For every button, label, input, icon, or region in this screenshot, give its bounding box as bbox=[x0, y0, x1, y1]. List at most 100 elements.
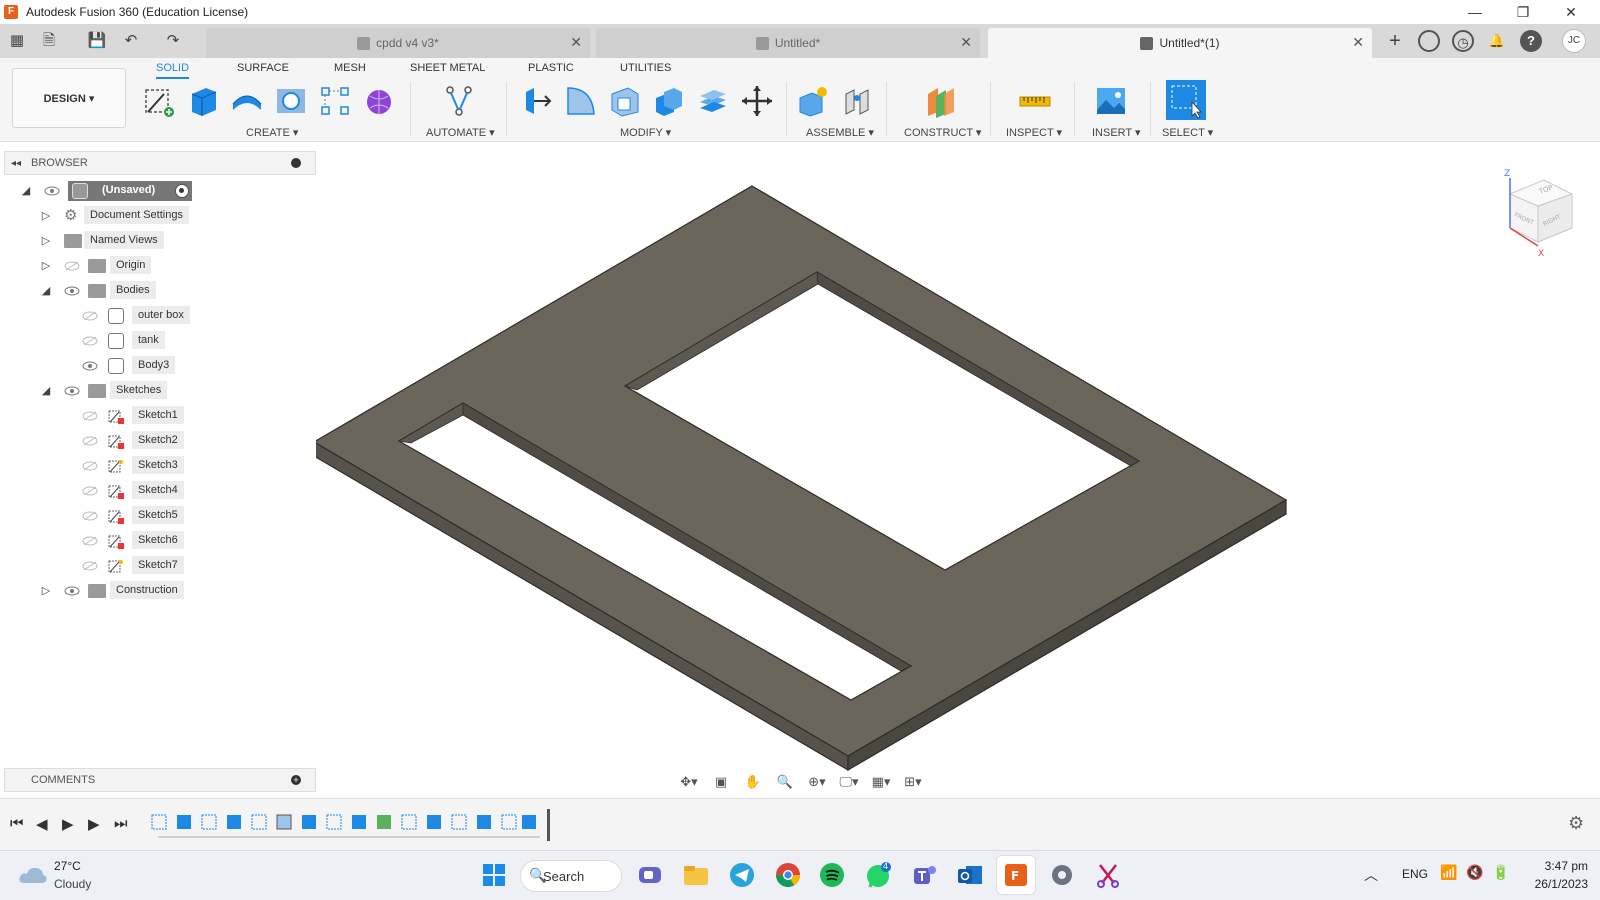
weather-temperature[interactable]: 27°C bbox=[54, 859, 81, 873]
expand-arrow-icon[interactable]: ▷ bbox=[40, 235, 52, 247]
plate-body[interactable] bbox=[316, 185, 1288, 757]
automate-menu[interactable]: AUTOMATE ▾ bbox=[426, 126, 495, 139]
construct-menu[interactable]: CONSTRUCT ▾ bbox=[904, 126, 981, 139]
shell-icon[interactable] bbox=[608, 84, 642, 118]
timeline-feature-icon[interactable] bbox=[151, 814, 536, 830]
browser-panel-header[interactable]: ◂◂ BROWSER bbox=[4, 151, 316, 175]
add-comment-icon[interactable]: + bbox=[291, 775, 301, 785]
visibility-eye-icon[interactable] bbox=[64, 286, 80, 296]
select-icon[interactable] bbox=[1166, 80, 1206, 120]
tab-surface[interactable]: SURFACE bbox=[237, 62, 289, 74]
show-hidden-icons-icon[interactable]: ︿ bbox=[1364, 865, 1378, 885]
grid-settings-icon[interactable]: ▦▾ bbox=[867, 772, 895, 792]
tab-mesh[interactable]: MESH bbox=[334, 62, 366, 74]
user-avatar[interactable]: JC bbox=[1562, 29, 1586, 53]
expand-arrow-icon[interactable]: ▷ bbox=[40, 260, 52, 272]
visibility-eye-icon[interactable] bbox=[64, 386, 80, 396]
timeline-features[interactable] bbox=[150, 811, 550, 841]
maximize-button[interactable]: ❐ bbox=[1500, 0, 1546, 24]
play-icon[interactable]: ▶ bbox=[62, 815, 74, 833]
spotify-icon[interactable] bbox=[818, 861, 846, 889]
windows-start-icon[interactable] bbox=[480, 861, 508, 889]
collapse-panel-icon[interactable]: ◂◂ bbox=[11, 158, 21, 169]
collapse-arrow-icon[interactable]: ◢ bbox=[20, 185, 32, 197]
press-pull-icon[interactable] bbox=[520, 84, 554, 118]
3d-viewport[interactable] bbox=[316, 142, 1600, 798]
battery-icon[interactable]: 🔋 bbox=[1492, 864, 1509, 881]
offset-plane-icon[interactable] bbox=[924, 84, 958, 118]
visibility-hidden-icon[interactable] bbox=[82, 461, 98, 471]
visibility-hidden-icon[interactable] bbox=[82, 411, 98, 421]
clock-date[interactable]: 26/1/2023 bbox=[1520, 877, 1588, 891]
fillet-icon[interactable] bbox=[564, 84, 598, 118]
move-icon[interactable] bbox=[740, 84, 774, 118]
tab-close-icon[interactable]: ✕ bbox=[960, 34, 972, 51]
minimize-panel-icon[interactable] bbox=[291, 158, 301, 168]
new-component-icon[interactable] bbox=[796, 84, 830, 118]
visibility-hidden-icon[interactable] bbox=[82, 561, 98, 571]
visibility-hidden-icon[interactable] bbox=[82, 486, 98, 496]
visibility-hidden-icon[interactable] bbox=[64, 261, 80, 271]
revolve-icon[interactable] bbox=[230, 84, 264, 118]
file-menu-icon[interactable]: 🗎 bbox=[38, 30, 60, 52]
teams-icon[interactable] bbox=[910, 861, 938, 889]
orbit-icon[interactable]: ✥▾ bbox=[675, 772, 703, 792]
visibility-eye-icon[interactable] bbox=[64, 586, 80, 596]
expand-arrow-icon[interactable]: ▷ bbox=[40, 585, 52, 597]
combine-icon[interactable] bbox=[652, 84, 686, 118]
comments-panel-header[interactable]: COMMENTS + bbox=[4, 768, 316, 792]
insert-image-icon[interactable] bbox=[1094, 84, 1128, 118]
chrome-icon[interactable] bbox=[774, 861, 802, 889]
timeline-settings-gear-icon[interactable]: ⚙ bbox=[1568, 813, 1584, 834]
form-icon[interactable] bbox=[362, 84, 396, 118]
tab-sheet-metal[interactable]: SHEET METAL bbox=[410, 62, 485, 74]
outlook-icon[interactable] bbox=[956, 861, 984, 889]
collapse-arrow-icon[interactable]: ◢ bbox=[40, 285, 52, 297]
fit-icon[interactable]: ⊕▾ bbox=[803, 772, 831, 792]
offset-face-icon[interactable] bbox=[696, 84, 730, 118]
extrude-icon[interactable] bbox=[186, 84, 220, 118]
pattern-icon[interactable] bbox=[318, 84, 352, 118]
weather-description[interactable]: Cloudy bbox=[54, 877, 91, 891]
visibility-eye-icon[interactable] bbox=[82, 361, 98, 371]
visibility-hidden-icon[interactable] bbox=[82, 511, 98, 521]
job-status-icon[interactable]: ◷ bbox=[1452, 30, 1474, 52]
create-sketch-icon[interactable] bbox=[142, 84, 176, 118]
file-explorer-icon[interactable] bbox=[682, 861, 710, 889]
look-at-icon[interactable]: ▣ bbox=[707, 772, 735, 792]
zoom-icon[interactable]: 🔍 bbox=[771, 772, 799, 792]
collapse-arrow-icon[interactable]: ◢ bbox=[40, 385, 52, 397]
wifi-icon[interactable]: 📶 bbox=[1440, 864, 1457, 881]
display-settings-icon[interactable]: 🖵▾ bbox=[835, 772, 863, 792]
assemble-menu[interactable]: ASSEMBLE ▾ bbox=[806, 126, 874, 139]
extensions-icon[interactable] bbox=[1418, 30, 1440, 52]
step-back-icon[interactable]: ◀︎ bbox=[36, 815, 48, 833]
help-icon[interactable]: ? bbox=[1520, 30, 1542, 52]
app-grid-icon[interactable]: ▦ bbox=[6, 30, 28, 52]
tab-utilities[interactable]: UTILITIES bbox=[620, 62, 671, 74]
new-tab-icon[interactable]: + bbox=[1384, 30, 1406, 52]
hole-icon[interactable] bbox=[274, 84, 308, 118]
document-tab[interactable]: cpdd v4 v3* ✕ bbox=[206, 28, 590, 58]
automate-icon[interactable] bbox=[442, 84, 476, 118]
visibility-hidden-icon[interactable] bbox=[82, 536, 98, 546]
tab-close-icon[interactable]: ✕ bbox=[1352, 34, 1364, 51]
save-icon[interactable]: 💾 bbox=[86, 30, 108, 52]
visibility-hidden-icon[interactable] bbox=[82, 436, 98, 446]
select-menu[interactable]: SELECT ▾ bbox=[1162, 126, 1213, 139]
go-to-end-icon[interactable]: ⏭ bbox=[114, 815, 128, 832]
tab-close-icon[interactable]: ✕ bbox=[570, 34, 582, 51]
minimize-button[interactable]: — bbox=[1452, 0, 1498, 24]
measure-icon[interactable] bbox=[1018, 84, 1052, 118]
snipping-tool-icon[interactable] bbox=[1094, 861, 1122, 889]
insert-menu[interactable]: INSERT ▾ bbox=[1092, 126, 1141, 139]
tab-plastic[interactable]: PLASTIC bbox=[528, 62, 574, 74]
view-cube[interactable]: TOP FRONT RIGHT Z X bbox=[1500, 164, 1584, 260]
workspace-switcher-button[interactable]: DESIGN ▾ bbox=[12, 68, 126, 128]
timeline-marker[interactable] bbox=[547, 809, 550, 841]
viewports-icon[interactable]: ⊞▾ bbox=[899, 772, 927, 792]
visibility-hidden-icon[interactable] bbox=[82, 336, 98, 346]
meet-chat-icon[interactable] bbox=[636, 861, 664, 889]
tab-solid[interactable]: SOLID bbox=[156, 62, 190, 79]
telegram-icon[interactable] bbox=[728, 861, 756, 889]
